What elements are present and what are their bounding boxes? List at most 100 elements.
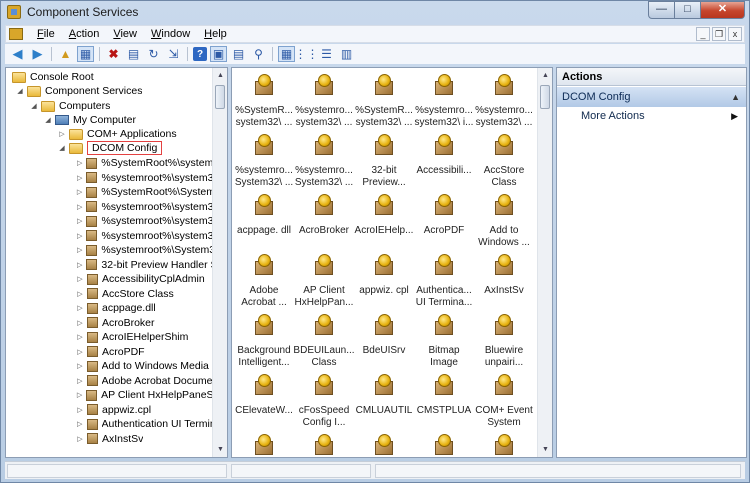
mdi-close-button[interactable]: x (728, 27, 742, 41)
dcom-app-item[interactable]: cFosSpeed Config I... (293, 374, 355, 429)
tree-item-dcom-app[interactable]: ▷ AxInstSv (76, 432, 214, 446)
tree-item-dcom-config[interactable]: ◢ DCOM Config (58, 141, 163, 155)
collapsed-arrow-icon[interactable]: ▷ (76, 217, 83, 225)
tree-item-dcom-app[interactable]: ▷ Add to Windows Media Pl (76, 359, 214, 373)
up-folder-icon[interactable]: ▲ (57, 46, 74, 62)
menu-window[interactable]: Window (144, 28, 197, 40)
tree-item-my-computer[interactable]: ◢ My Computer (44, 113, 136, 127)
large-icons-view-icon[interactable]: ▦ (278, 46, 295, 62)
dcom-app-item[interactable]: %systemro... System32\ ... (293, 134, 355, 189)
dcom-app-item[interactable]: Bluewire unpairi... (473, 314, 535, 369)
expanded-arrow-icon[interactable]: ◢ (58, 144, 66, 152)
collapsed-arrow-icon[interactable]: ▷ (76, 348, 84, 356)
expanded-arrow-icon[interactable]: ◢ (44, 116, 52, 124)
collapsed-arrow-icon[interactable]: ▷ (76, 188, 83, 196)
tree-item-dcom-app[interactable]: ▷ %systemroot%\system32\ (76, 229, 214, 243)
scroll-up-arrow-icon[interactable]: ▲ (213, 68, 227, 83)
detail-view-icon[interactable]: ▥ (338, 46, 355, 62)
dcom-app-item[interactable] (473, 434, 535, 457)
dcom-app-item[interactable]: AcroIEHelp... (353, 194, 415, 237)
more-actions-link[interactable]: More Actions (581, 110, 645, 122)
export-list-icon[interactable]: ⇲ (165, 46, 182, 62)
collapse-caret-icon[interactable]: ▲ (731, 92, 740, 102)
collapsed-arrow-icon[interactable]: ▷ (76, 290, 84, 298)
collapsed-arrow-icon[interactable]: ▷ (58, 130, 66, 138)
collapsed-arrow-icon[interactable]: ▷ (76, 304, 84, 312)
delete-icon[interactable]: ✖ (105, 46, 122, 62)
dcom-app-item[interactable]: Accessibili... (413, 134, 475, 177)
dcom-app-item[interactable]: acppage. dll (233, 194, 295, 237)
results-pane[interactable]: %SystemR... system32\ ... %systemro... sy… (231, 67, 553, 458)
scroll-up-arrow-icon[interactable]: ▲ (538, 68, 552, 83)
small-icons-view-icon[interactable]: ⋮⋮ (295, 46, 319, 62)
dcom-app-item[interactable]: AP Client HxHelpPan... (293, 254, 355, 309)
expanded-arrow-icon[interactable]: ◢ (16, 87, 24, 95)
dcom-app-item[interactable]: %systemro... system32\ ... (473, 74, 535, 129)
menu-help[interactable]: Help (197, 28, 234, 40)
dcom-app-item[interactable]: CMLUAUTIL (353, 374, 415, 417)
results-vertical-scrollbar[interactable]: ▲ ▼ (537, 68, 552, 457)
collapsed-arrow-icon[interactable]: ▷ (76, 203, 83, 211)
forward-arrow-icon[interactable]: ▶ (29, 46, 46, 62)
tree-item-dcom-app[interactable]: ▷ acppage.dll (76, 301, 214, 315)
maximize-button[interactable]: □ (675, 1, 701, 19)
collapsed-arrow-icon[interactable]: ▷ (76, 420, 84, 428)
tree-item-dcom-app[interactable]: ▷ AP Client HxHelpPaneServ (76, 388, 214, 402)
menu-action[interactable]: Action (62, 28, 107, 40)
configure-icon[interactable]: ▤ (230, 46, 247, 62)
help-icon[interactable]: ? (193, 47, 207, 61)
find-icon[interactable]: ⚲ (250, 46, 267, 62)
collapsed-arrow-icon[interactable]: ▷ (76, 174, 83, 182)
dcom-app-item[interactable]: Add to Windows ... (473, 194, 535, 249)
tree-item-dcom-app[interactable]: ▷ %SystemRoot%\System32 (76, 185, 214, 199)
properties-icon[interactable]: ▤ (125, 46, 142, 62)
dcom-app-item[interactable]: AcroPDF (413, 194, 475, 237)
tree-item-dcom-app[interactable]: ▷ AcroPDF (76, 345, 214, 359)
action-pane-icon[interactable]: ▣ (210, 46, 227, 62)
dcom-app-item[interactable]: AxInstSv (473, 254, 535, 297)
dcom-app-item[interactable]: Adobe Acrobat ... (233, 254, 295, 309)
dcom-app-item[interactable]: AcroBroker (293, 194, 355, 237)
tree-item-dcom-app[interactable]: ▷ Adobe Acrobat Document (76, 374, 214, 388)
scroll-down-arrow-icon[interactable]: ▼ (538, 442, 552, 457)
menu-view[interactable]: View (106, 28, 144, 40)
dcom-app-item[interactable] (293, 434, 355, 457)
collapsed-arrow-icon[interactable]: ▷ (76, 232, 83, 240)
mmc-document-icon[interactable] (9, 28, 23, 40)
dcom-app-item[interactable]: BDEUILaun... Class (293, 314, 355, 369)
actions-section-dcom-config[interactable]: DCOM Config ▲ (557, 87, 746, 107)
collapsed-arrow-icon[interactable]: ▷ (76, 435, 84, 443)
dcom-app-item[interactable] (233, 434, 295, 457)
collapsed-arrow-icon[interactable]: ▷ (76, 261, 83, 269)
tree-item-dcom-app[interactable]: ▷ %systemroot%\System32\ (76, 243, 214, 257)
dcom-app-item[interactable]: %systemro... system32\ i... (413, 74, 475, 129)
collapsed-arrow-icon[interactable]: ▷ (76, 333, 84, 341)
dcom-app-item[interactable] (413, 434, 475, 457)
tree-item-dcom-app[interactable]: ▷ Authentication UI Termina (76, 417, 214, 431)
expanded-arrow-icon[interactable]: ◢ (30, 102, 38, 110)
tree-item-dcom-app[interactable]: ▷ %systemroot%\system32\ (76, 171, 214, 185)
collapsed-arrow-icon[interactable]: ▷ (76, 159, 83, 167)
dcom-app-item[interactable]: CMSTPLUA (413, 374, 475, 417)
show-hide-tree-icon[interactable]: ▦ (77, 46, 94, 62)
tree-item-dcom-app[interactable]: ▷ %systemroot%\system32\ (76, 200, 214, 214)
dcom-app-item[interactable]: %SystemR... system32\ ... (353, 74, 415, 129)
scroll-thumb[interactable] (215, 85, 225, 109)
dcom-app-item[interactable]: appwiz. cpl (353, 254, 415, 297)
dcom-app-item[interactable]: 32-bit Preview... (353, 134, 415, 189)
tree-item-component-services[interactable]: ◢ Component Services (16, 84, 142, 98)
dcom-app-item[interactable] (353, 434, 415, 457)
dcom-app-item[interactable]: BdeUISrv (353, 314, 415, 357)
scroll-thumb[interactable] (540, 85, 550, 109)
tree-item-dcom-app[interactable]: ▷ AcroIEHelperShim (76, 330, 214, 344)
list-view-icon[interactable]: ☰ (318, 46, 335, 62)
tree-item-dcom-app[interactable]: ▷ appwiz.cpl (76, 403, 214, 417)
console-tree-pane[interactable]: Console Root ◢ Component Services ◢ Comp… (5, 67, 228, 458)
tree-item-computers[interactable]: ◢ Computers (30, 99, 110, 113)
dcom-app-item[interactable]: %systemro... System32\ ... (233, 134, 295, 189)
tree-item-com-plus-applications[interactable]: ▷ COM+ Applications (58, 127, 176, 141)
dcom-app-item[interactable]: COM+ Event System (473, 374, 535, 429)
dcom-app-item[interactable]: Authentica... UI Termina... (413, 254, 475, 309)
menu-file[interactable]: File (30, 28, 62, 40)
collapsed-arrow-icon[interactable]: ▷ (76, 319, 84, 327)
